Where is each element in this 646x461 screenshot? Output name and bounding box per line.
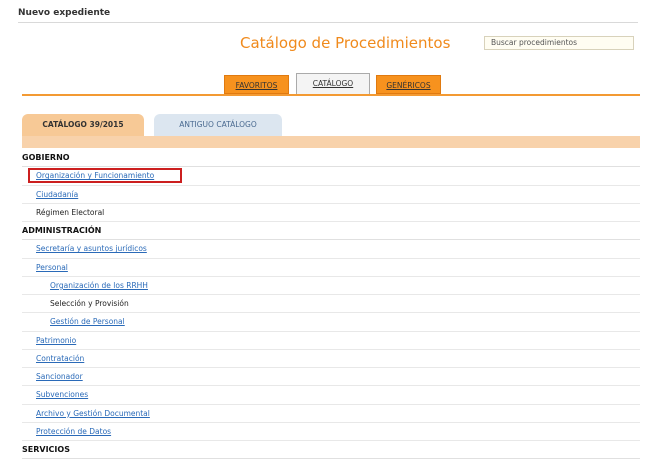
list-item: Selección y Provisión [22,295,640,314]
subtab-content-bar [22,136,640,148]
subtab-antiguo-catalogo[interactable]: ANTIGUO CATÁLOGO [154,114,282,136]
list-item[interactable]: Archivo y Gestión Documental [22,405,640,423]
list-item-link[interactable]: Sancionador [36,372,83,381]
list-item-link[interactable]: Patrimonio [36,336,76,345]
list-item-link[interactable]: Personal [36,263,68,272]
list-item[interactable]: Organización de los RRHH [22,277,640,295]
list-item-link[interactable]: Subvenciones [36,390,88,399]
tab-genericos[interactable]: GENÉRICOS [376,75,441,94]
list-item-link[interactable]: Organización de los RRHH [50,281,148,290]
page-title: Catálogo de Procedimientos [240,34,451,52]
list-item-link[interactable]: Protección de Datos [36,427,111,436]
top-divider [18,22,638,23]
list-item[interactable]: Subvenciones [22,386,640,405]
new-record-label: Nuevo expediente [18,8,111,18]
list-item-link[interactable]: Ciudadanía [36,190,78,199]
list-item[interactable]: Secretaría y asuntos jurídicos [22,240,640,259]
list-item[interactable]: Personal [22,259,640,277]
main-tabs: FAVORITOS CATÁLOGO GENÉRICOS [0,73,646,95]
list-item[interactable]: Sancionador [22,368,640,387]
list-item-link[interactable]: Gestión de Personal [50,317,125,326]
section-header: GOBIERNO [22,149,640,168]
section-header: ADMINISTRACIÓN [22,222,640,241]
list-item[interactable]: Contratación [22,350,640,368]
list-item: Régimen Electoral [22,204,640,222]
search-input[interactable] [484,36,634,50]
list-item-link[interactable]: Secretaría y asuntos jurídicos [36,244,147,253]
tab-favoritos[interactable]: FAVORITOS [224,75,289,94]
list-item[interactable]: Ciudadanía [22,186,640,204]
list-item[interactable]: Organización y Funcionamiento [22,167,640,186]
subtab-catalogo-39-2015[interactable]: CATÁLOGO 39/2015 [22,114,144,136]
tab-catalogo[interactable]: CATÁLOGO [296,73,370,94]
list-item-label: Selección y Provisión [50,299,129,308]
section-header: SERVICIOS [22,441,640,460]
list-item-link[interactable]: Contratación [36,354,84,363]
list-item[interactable]: Patrimonio [22,332,640,350]
procedures-list: GOBIERNO Organización y Funcionamiento Ciu… [22,149,640,460]
list-item-label: SERVICIOS [22,445,70,454]
list-item-label: Régimen Electoral [36,207,105,217]
highlight-box [28,168,182,184]
list-item-label: GOBIERNO [22,153,70,162]
list-item-label: ADMINISTRACIÓN [22,226,102,235]
list-item[interactable]: Protección de Datos [22,423,640,441]
list-item[interactable]: Gestión de Personal [22,313,640,332]
list-item-link[interactable]: Archivo y Gestión Documental [36,409,150,418]
tabs-divider [22,94,640,96]
